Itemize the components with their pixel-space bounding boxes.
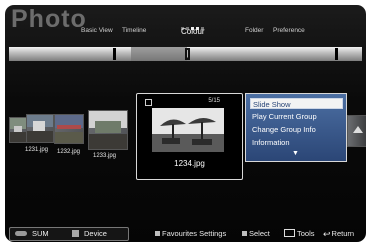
tab-basic-view[interactable]: Basic View xyxy=(81,27,113,34)
scrollbar-cursor-icon[interactable]: | xyxy=(185,48,190,60)
thumbnail-filename: 1231.jpg xyxy=(25,147,49,153)
sum-device-icon xyxy=(15,231,27,236)
device-label: Device xyxy=(84,229,107,238)
select-button[interactable]: Select xyxy=(242,229,270,239)
tools-icon xyxy=(284,229,295,237)
thumbnail-filename: 1233.jpg xyxy=(93,153,117,159)
sum-label: SUM xyxy=(32,229,49,238)
beach-umbrella-photo xyxy=(152,108,224,152)
photo-thumbnail[interactable] xyxy=(26,114,54,143)
square-icon xyxy=(155,231,160,236)
tools-context-menu: Slide Show Play Current Group Change Gro… xyxy=(245,93,347,162)
select-checkbox[interactable] xyxy=(145,99,152,106)
tab-preference[interactable]: Preference xyxy=(273,27,305,34)
menu-item-play-current-group[interactable]: Play Current Group xyxy=(250,111,343,122)
focused-photo-filename: 1234.jpg xyxy=(174,159,205,168)
scrollbar-marker xyxy=(335,48,338,60)
chevron-down-icon[interactable]: ▼ xyxy=(292,150,299,157)
tab-folder[interactable]: Folder xyxy=(245,27,263,34)
tab-colour[interactable]: Colour xyxy=(181,27,205,36)
scrollbar-marker xyxy=(113,48,116,60)
menu-item-change-group-info[interactable]: Change Group Info xyxy=(250,124,343,135)
focused-photo-image xyxy=(152,108,224,152)
focused-photo-frame[interactable]: 5/15 1234.jpg xyxy=(136,93,243,180)
tools-label: Tools xyxy=(297,229,315,238)
menu-item-slide-show[interactable]: Slide Show xyxy=(250,98,343,109)
source-selector[interactable]: SUM Device xyxy=(9,227,129,241)
return-button[interactable]: ↩Return xyxy=(323,229,354,239)
favourites-settings-label: Favourites Settings xyxy=(162,229,227,238)
triangle-up-icon xyxy=(353,126,363,133)
favourites-settings-button[interactable]: Favourites Settings xyxy=(155,229,226,239)
photo-thumbnail[interactable] xyxy=(88,110,128,150)
return-icon: ↩ xyxy=(323,229,331,239)
square-icon xyxy=(242,231,247,236)
select-label: Select xyxy=(249,229,270,238)
photo-thumbnail[interactable] xyxy=(54,114,84,144)
tv-screen: Photo Basic View Timeline Colour Folder … xyxy=(5,5,366,242)
tools-button[interactable]: Tools xyxy=(284,229,315,239)
return-label: Return xyxy=(331,229,355,238)
device-icon xyxy=(72,230,79,237)
thumbnail-filename: 1232.jpg xyxy=(57,149,81,155)
app-title: Photo xyxy=(11,5,87,33)
timeline-scrollbar[interactable]: | xyxy=(9,47,362,61)
tab-timeline[interactable]: Timeline xyxy=(122,27,146,34)
photo-counter: 5/15 xyxy=(208,98,220,104)
menu-item-information[interactable]: Information xyxy=(250,137,343,148)
next-photo-thumbnail[interactable] xyxy=(347,115,366,147)
scrollbar-range xyxy=(131,47,187,61)
